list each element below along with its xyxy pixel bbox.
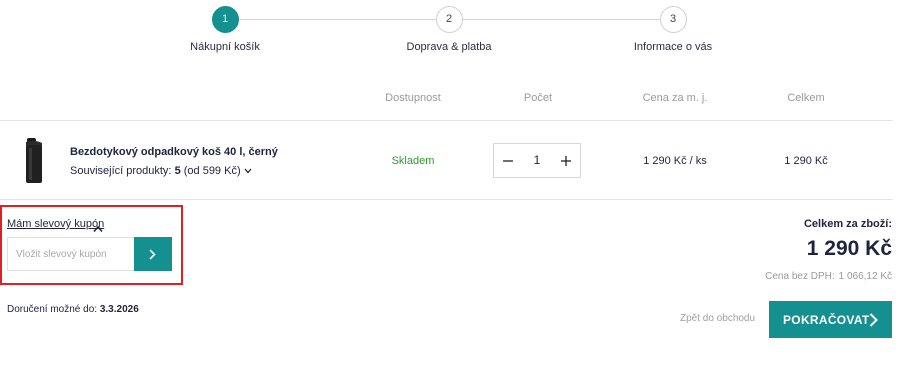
step-label: Nákupní košík	[190, 41, 260, 53]
chevron-right-icon	[149, 249, 156, 260]
net-price-label: Cena bez DPH:	[765, 271, 835, 282]
coupon-toggle-link[interactable]: Mám slevový kupón	[7, 218, 104, 230]
header-unit-price: Cena za m. j.	[642, 92, 708, 104]
delivery-date: Doručení možné do: 3.3.2026	[7, 304, 139, 315]
step-label: Informace o vás	[633, 41, 713, 53]
header-total: Celkem	[787, 92, 825, 104]
checkout-stepper: 1 Nákupní košík 2 Doprava & platba 3 Inf…	[0, 0, 900, 60]
step-number: 1	[211, 6, 239, 33]
coupon-submit-button[interactable]	[134, 237, 172, 271]
continue-button[interactable]: POKRAČOVAT	[769, 301, 892, 338]
quantity-value[interactable]: 1	[522, 144, 552, 177]
related-suffix: (od 599 Kč)	[180, 165, 241, 177]
step-number: 2	[435, 6, 463, 33]
divider	[0, 199, 893, 200]
header-availability: Dostupnost	[385, 92, 441, 104]
coupon-input[interactable]	[7, 237, 134, 271]
related-products-toggle[interactable]: Související produkty: 5 (od 599 Kč)	[70, 165, 252, 177]
step-customer-info[interactable]: 3 Informace o vás	[593, 6, 753, 53]
summary-label: Celkem za zboží:	[803, 218, 892, 230]
divider	[0, 120, 893, 121]
quantity-stepper: 1	[493, 143, 581, 178]
header-quantity: Počet	[523, 92, 553, 104]
step-cart[interactable]: 1 Nákupní košík	[145, 6, 305, 53]
unit-price: 1 290 Kč / ks	[643, 155, 707, 167]
step-number: 3	[659, 6, 687, 33]
quantity-increase-button[interactable]	[552, 144, 580, 177]
step-label: Doprava & platba	[406, 41, 492, 53]
delivery-prefix: Doručení možné do:	[7, 304, 100, 315]
chevron-right-icon	[869, 313, 878, 327]
chevron-down-icon	[244, 166, 252, 176]
summary-total: 1 290 Kč	[806, 237, 892, 260]
net-price-value: 1 066,12 Kč	[838, 271, 892, 282]
related-prefix: Související produkty:	[70, 165, 175, 177]
product-name[interactable]: Bezdotykový odpadkový koš 40 l, černý	[70, 146, 278, 158]
minus-icon	[503, 160, 513, 162]
product-image[interactable]	[22, 136, 46, 184]
delivery-date-value: 3.3.2026	[99, 304, 139, 315]
step-shipping-payment[interactable]: 2 Doprava & platba	[369, 6, 529, 53]
summary-net-price: Cena bez DPH: 1 066,12 Kč	[761, 271, 892, 282]
continue-label: POKRAČOVAT	[783, 313, 870, 327]
quantity-decrease-button[interactable]	[494, 144, 522, 177]
plus-icon	[561, 156, 571, 166]
chevron-up-icon[interactable]	[93, 220, 103, 233]
row-total: 1 290 Kč	[784, 155, 828, 167]
back-to-shop-link[interactable]: Zpět do obchodu	[680, 313, 755, 324]
availability-status: Skladem	[391, 155, 435, 167]
